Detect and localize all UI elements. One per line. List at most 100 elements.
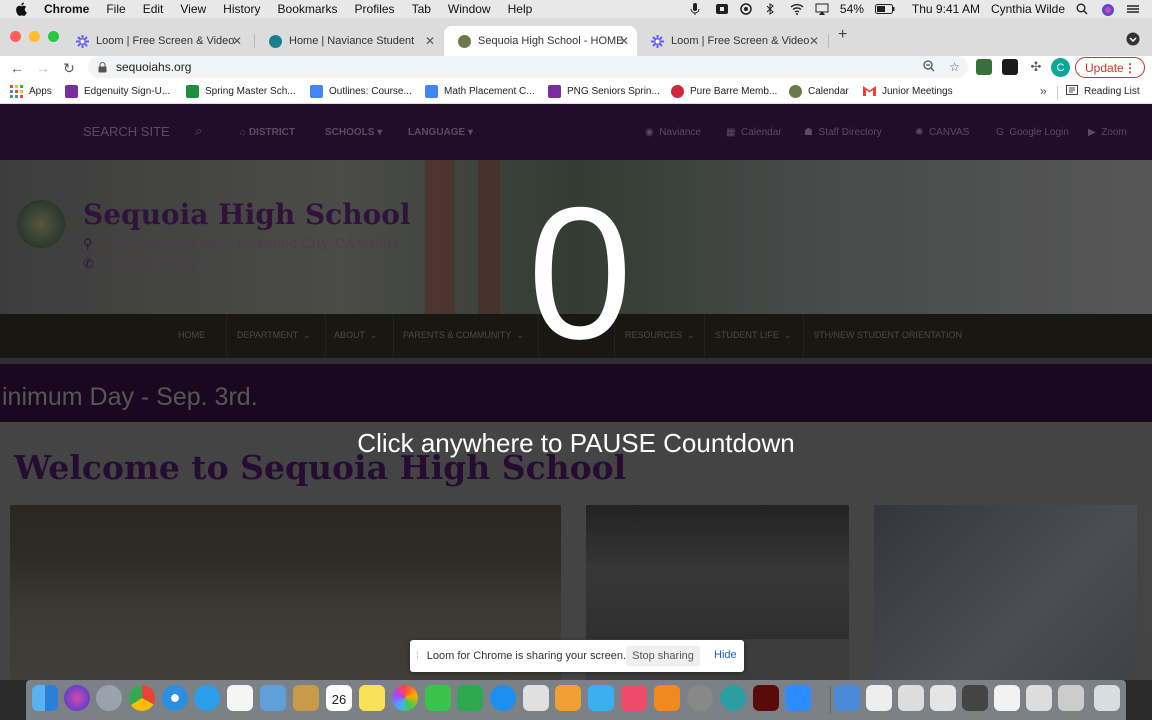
flash-icon[interactable] [753,685,779,711]
hide-sharing-bar-link[interactable]: Hide [714,649,737,661]
stickies-icon[interactable] [359,685,385,711]
document-stack-icon[interactable] [866,685,892,711]
extension-dark-icon[interactable] [1002,59,1018,75]
system-preferences-icon[interactable] [687,685,713,711]
forward-arrow-icon[interactable]: → [34,60,52,76]
wifi-icon[interactable] [790,3,804,15]
bookmark-junior-meetings[interactable]: Junior Meetings [863,85,953,98]
spotlight-search-icon[interactable] [1076,3,1090,15]
contacts-icon[interactable] [293,685,319,711]
preview-icon[interactable] [260,685,286,711]
loom-countdown-overlay[interactable]: 0 Click anywhere to PAUSE Countdown [0,104,1152,680]
tab-close-icon[interactable]: ✕ [619,34,629,48]
document-stack-icon[interactable] [994,685,1020,711]
lock-icon[interactable] [98,61,108,73]
keynote-podium-icon[interactable] [588,685,614,711]
menu-profiles[interactable]: Profiles [355,2,395,16]
extensions-puzzle-icon[interactable]: ✣ [1028,59,1044,75]
reading-list[interactable]: Reading List [1066,85,1140,98]
siri-icon[interactable] [64,685,90,711]
menu-file[interactable]: File [106,2,125,16]
document-stack-icon[interactable] [898,685,924,711]
stop-sharing-button[interactable]: Stop sharing [626,646,700,666]
zoom-app-icon[interactable] [785,685,811,711]
microphone-icon[interactable] [690,3,704,15]
tab-search-chevron-icon[interactable] [1126,32,1140,49]
books-icon[interactable] [654,685,680,711]
bookmark-math-placement[interactable]: Math Placement C... [425,85,535,98]
address-bar[interactable]: sequoiahs.org ☆ [88,56,968,78]
drag-handle-icon[interactable]: ⁞ [416,651,419,662]
finder-icon[interactable] [32,685,58,711]
menu-edit[interactable]: Edit [143,2,164,16]
tab-close-icon[interactable]: ✕ [425,34,435,48]
reload-icon[interactable]: ↻ [60,60,78,77]
tab-loom-2[interactable]: Loom | Free Screen & Video Re ✕ [637,26,827,56]
menu-view[interactable]: View [180,2,206,16]
bookmark-spring-master[interactable]: Spring Master Sch... [186,85,296,98]
airplay-icon[interactable] [815,3,829,15]
tab-close-icon[interactable]: ✕ [232,34,242,48]
app-store-icon[interactable] [490,685,516,711]
tab-naviance[interactable]: Home | Naviance Student ✕ [255,26,443,56]
zoom-magnifier-icon[interactable] [923,59,935,75]
preview-2-icon[interactable] [523,685,549,711]
facetime-icon[interactable] [425,685,451,711]
bookmark-calendar[interactable]: Calendar [789,85,849,98]
more-bookmarks-chevron-icon[interactable]: » [1040,84,1047,98]
launchpad-icon[interactable] [96,685,122,711]
menu-chrome[interactable]: Chrome [44,2,89,16]
bookmarks-divider [1057,86,1058,100]
bookmark-edgenuity[interactable]: Edgenuity Sign-U... [65,85,170,98]
apple-menu-icon[interactable] [14,2,28,16]
siri-icon[interactable] [1101,3,1115,16]
bookmark-star-icon[interactable]: ☆ [949,60,960,75]
battery-percent: 54% [839,2,864,16]
battery-icon[interactable] [874,3,895,15]
control-center-icon[interactable] [1126,3,1140,15]
browser-toolbar: ← → ↻ sequoiahs.org ☆ ✣ C Update ⋮ [0,56,1152,80]
new-tab-plus-icon[interactable]: + [838,26,847,44]
bookmark-outlines[interactable]: Outlines: Course... [310,85,412,98]
bookmark-apps[interactable]: Apps [10,85,52,98]
minimize-window-button[interactable] [29,31,40,42]
menu-help[interactable]: Help [508,2,533,16]
profile-avatar[interactable]: C [1051,58,1070,77]
zoom-window-button[interactable] [48,31,59,42]
tab-loom-1[interactable]: Loom | Free Screen & Video Re ✕ [62,26,250,56]
downloads-folder-icon[interactable] [834,685,860,711]
menu-history[interactable]: History [223,2,260,16]
document-stack-icon[interactable] [930,685,956,711]
user-name[interactable]: Cynthia Wilde [991,2,1065,16]
bookmark-pure-barre[interactable]: Pure Barre Memb... [671,85,777,98]
document-stack-icon[interactable] [962,685,988,711]
update-button[interactable]: Update ⋮ [1075,57,1145,78]
trash-icon[interactable] [1094,685,1120,711]
close-window-button[interactable] [10,31,21,42]
document-stack-icon[interactable] [1058,685,1084,711]
photos-icon[interactable] [392,685,418,711]
tab-sequoia-active[interactable]: Sequoia High School - HOME ✕ [444,26,637,56]
mobility-icon[interactable] [720,685,746,711]
numbers-icon[interactable] [457,685,483,711]
loom-status-icon[interactable] [740,3,754,15]
calendar-app-icon[interactable]: 26 [326,685,352,711]
messages-icon[interactable] [194,685,220,711]
extension-icon[interactable] [976,59,992,75]
notes-list-icon[interactable] [227,685,253,711]
bookmark-png-seniors[interactable]: PNG Seniors Sprin... [548,85,660,98]
menu-tab[interactable]: Tab [412,2,431,16]
clock[interactable]: Thu 9:41 AM [912,2,980,16]
menu-window[interactable]: Window [448,2,491,16]
chrome-icon[interactable] [129,685,155,711]
loom-record-icon[interactable] [715,3,729,15]
back-arrow-icon[interactable]: ← [8,60,26,76]
url-text[interactable]: sequoiahs.org [116,60,191,74]
safari-icon[interactable] [162,685,188,711]
music-icon[interactable] [621,685,647,711]
keynote-icon[interactable] [555,685,581,711]
tab-close-icon[interactable]: ✕ [809,34,819,48]
menu-bookmarks[interactable]: Bookmarks [278,2,338,16]
document-stack-icon[interactable] [1026,685,1052,711]
bluetooth-icon[interactable] [765,3,779,15]
